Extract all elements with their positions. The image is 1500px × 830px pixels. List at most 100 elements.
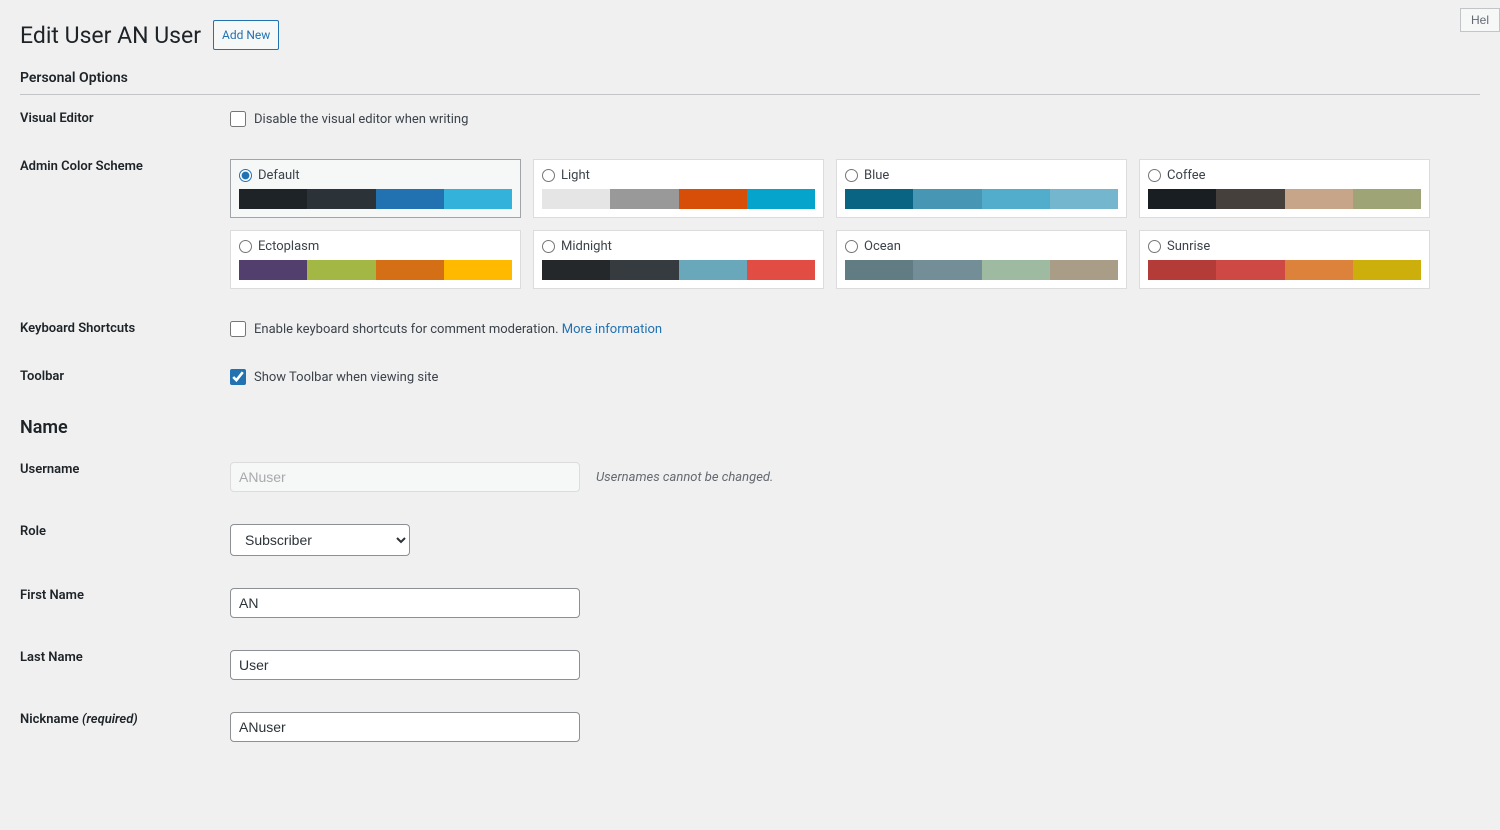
personal-options-heading: Personal Options: [20, 70, 1480, 95]
swatch: [307, 189, 375, 209]
swatch: [444, 189, 512, 209]
swatch: [542, 260, 610, 280]
help-button[interactable]: Hel: [1460, 8, 1500, 32]
color-scheme-name-light: Light: [561, 168, 590, 183]
last-name-field: [220, 634, 1480, 696]
add-new-button[interactable]: Add New: [213, 20, 279, 50]
keyboard-shortcuts-field: Enable keyboard shortcuts for comment mo…: [220, 305, 1480, 353]
visual-editor-label: Visual Editor: [20, 95, 220, 143]
last-name-input[interactable]: [230, 650, 580, 680]
color-scheme-coffee[interactable]: Coffee: [1139, 159, 1430, 218]
color-scheme-label-coffee: Coffee: [1148, 168, 1421, 183]
name-section-heading: Name: [20, 417, 1480, 438]
color-swatches-light: [542, 189, 815, 209]
visual-editor-checkbox-label: Disable the visual editor when writing: [254, 112, 468, 127]
keyboard-shortcuts-row: Keyboard Shortcuts Enable keyboard short…: [20, 305, 1480, 353]
swatch: [444, 260, 512, 280]
color-scheme-radio-ocean[interactable]: [845, 240, 858, 253]
swatch: [679, 189, 747, 209]
toolbar-checkbox-label: Show Toolbar when viewing site: [254, 370, 438, 385]
nickname-label: Nickname (required): [20, 696, 220, 758]
toolbar-checkbox-row: Show Toolbar when viewing site: [230, 369, 1470, 385]
color-scheme-ectoplasm[interactable]: Ectoplasm: [230, 230, 521, 289]
swatch: [747, 189, 815, 209]
color-scheme-name-coffee: Coffee: [1167, 168, 1206, 183]
first-name-row: First Name: [20, 572, 1480, 634]
nickname-input[interactable]: [230, 712, 580, 742]
role-field: SubscriberContributorAuthorEditorAdminis…: [220, 508, 1480, 572]
color-scheme-radio-midnight[interactable]: [542, 240, 555, 253]
first-name-field: [220, 572, 1480, 634]
color-scheme-light[interactable]: Light: [533, 159, 824, 218]
color-scheme-name-blue: Blue: [864, 168, 889, 183]
color-swatches-default: [239, 189, 512, 209]
name-table: Username Usernames cannot be changed. Ro…: [20, 446, 1480, 758]
swatch: [913, 189, 981, 209]
username-label: Username: [20, 446, 220, 508]
color-scheme-midnight[interactable]: Midnight: [533, 230, 824, 289]
color-scheme-sunrise[interactable]: Sunrise: [1139, 230, 1430, 289]
swatch: [1353, 260, 1421, 280]
swatch: [1050, 260, 1118, 280]
color-scheme-label-default: Default: [239, 168, 512, 183]
color-scheme-name-sunrise: Sunrise: [1167, 239, 1210, 254]
color-scheme-ocean[interactable]: Ocean: [836, 230, 1127, 289]
visual-editor-checkbox[interactable]: [230, 111, 246, 127]
page-header: Edit User AN User Add New: [20, 20, 1480, 50]
color-scheme-radio-light[interactable]: [542, 169, 555, 182]
keyboard-shortcuts-label: Keyboard Shortcuts: [20, 305, 220, 353]
page-title: Edit User AN User: [20, 22, 201, 49]
swatch: [1353, 189, 1421, 209]
toolbar-field: Show Toolbar when viewing site: [220, 353, 1480, 401]
swatch: [1285, 260, 1353, 280]
color-scheme-radio-coffee[interactable]: [1148, 169, 1161, 182]
toolbar-label: Toolbar: [20, 353, 220, 401]
color-scheme-name-midnight: Midnight: [561, 239, 612, 254]
visual-editor-field: Disable the visual editor when writing: [220, 95, 1480, 143]
color-scheme-label-blue: Blue: [845, 168, 1118, 183]
visual-editor-checkbox-row: Disable the visual editor when writing: [230, 111, 1470, 127]
username-row: Username Usernames cannot be changed.: [20, 446, 1480, 508]
nickname-required: (required): [82, 712, 138, 727]
visual-editor-row: Visual Editor Disable the visual editor …: [20, 95, 1480, 143]
username-input: [230, 462, 580, 492]
swatch: [747, 260, 815, 280]
swatch: [1285, 189, 1353, 209]
swatch: [610, 189, 678, 209]
swatch: [239, 189, 307, 209]
role-label: Role: [20, 508, 220, 572]
last-name-row: Last Name: [20, 634, 1480, 696]
color-swatches-ectoplasm: [239, 260, 512, 280]
color-swatches-midnight: [542, 260, 815, 280]
color-scheme-name-default: Default: [258, 168, 300, 183]
role-row: Role SubscriberContributorAuthorEditorAd…: [20, 508, 1480, 572]
page-wrapper: Hel Edit User AN User Add New Personal O…: [0, 0, 1500, 778]
keyboard-shortcuts-more-info-link[interactable]: More information: [562, 322, 662, 337]
swatch: [1216, 189, 1284, 209]
color-scheme-default[interactable]: Default: [230, 159, 521, 218]
color-scheme-radio-sunrise[interactable]: [1148, 240, 1161, 253]
color-scheme-radio-blue[interactable]: [845, 169, 858, 182]
first-name-label: First Name: [20, 572, 220, 634]
color-scheme-label-light: Light: [542, 168, 815, 183]
personal-options-table: Visual Editor Disable the visual editor …: [20, 95, 1480, 401]
color-scheme-name-ocean: Ocean: [864, 239, 901, 254]
toolbar-checkbox[interactable]: [230, 369, 246, 385]
color-swatches-blue: [845, 189, 1118, 209]
color-scheme-radio-ectoplasm[interactable]: [239, 240, 252, 253]
color-scheme-grid: Default Light Blue Coffee Ectoplasm Midnight O…: [230, 159, 1430, 289]
color-scheme-name-ectoplasm: Ectoplasm: [258, 239, 319, 254]
color-scheme-blue[interactable]: Blue: [836, 159, 1127, 218]
role-select[interactable]: SubscriberContributorAuthorEditorAdminis…: [230, 524, 410, 556]
color-scheme-label-midnight: Midnight: [542, 239, 815, 254]
swatch: [376, 189, 444, 209]
color-scheme-radio-default[interactable]: [239, 169, 252, 182]
color-swatches-coffee: [1148, 189, 1421, 209]
keyboard-shortcuts-checkbox[interactable]: [230, 321, 246, 337]
username-note: Usernames cannot be changed.: [596, 470, 773, 485]
first-name-input[interactable]: [230, 588, 580, 618]
swatch: [679, 260, 747, 280]
nickname-row: Nickname (required): [20, 696, 1480, 758]
last-name-label: Last Name: [20, 634, 220, 696]
swatch: [845, 189, 913, 209]
